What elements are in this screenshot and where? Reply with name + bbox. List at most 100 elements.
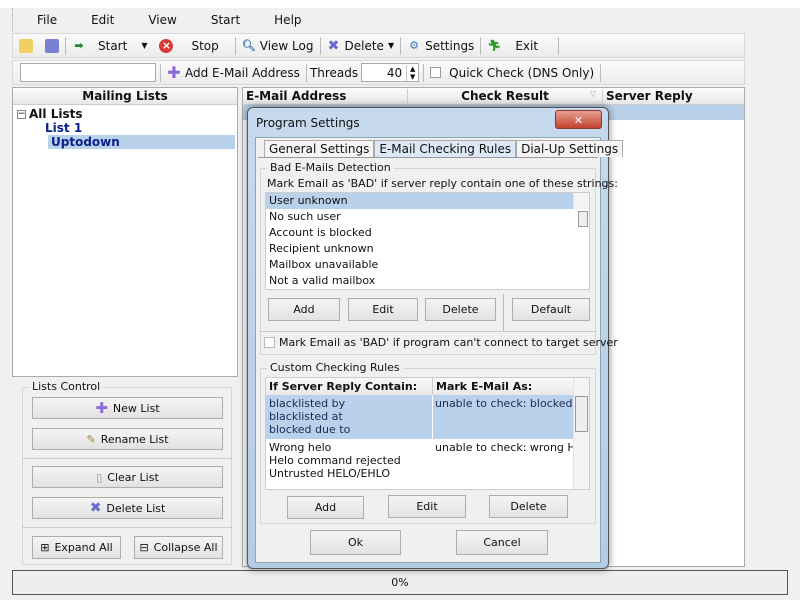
checkbox-icon[interactable]: [264, 337, 275, 348]
save-button[interactable]: [39, 34, 65, 57]
view-log-label: View Log: [259, 38, 314, 53]
default-button[interactable]: Default: [512, 298, 590, 321]
add-email-label: Add E-Mail Address: [185, 65, 300, 80]
column-mark-as[interactable]: Mark E-Mail As:: [433, 378, 532, 395]
tab-dial-up-settings[interactable]: Dial-Up Settings: [516, 140, 624, 157]
bad-add-button[interactable]: Add: [268, 298, 340, 321]
column-if-server-reply[interactable]: If Server Reply Contain:: [266, 378, 433, 395]
start-button[interactable]: ➡ Start ▼: [66, 34, 153, 57]
exit-runner-icon: 🏃︎: [487, 38, 502, 52]
blank-page-icon: ▯: [96, 470, 103, 484]
ok-button[interactable]: Ok: [310, 530, 401, 555]
checkbox-icon[interactable]: [430, 67, 442, 78]
delete-label: Delete: [344, 38, 384, 53]
expand-all-button[interactable]: ⊞ Expand All: [32, 536, 121, 559]
delete-button[interactable]: ✖ Delete ▼: [321, 34, 401, 57]
list-scrollbar[interactable]: [573, 193, 589, 227]
arrow-right-icon: ➡: [74, 38, 84, 52]
list-item[interactable]: Not a valid mailbox: [266, 273, 589, 289]
custom-delete-button[interactable]: Delete: [489, 495, 568, 518]
list-item[interactable]: Account is blocked: [266, 225, 589, 241]
tab-email-checking-rules[interactable]: E-Mail Checking Rules: [374, 140, 517, 157]
list-item[interactable]: Mailbox unavailable: [266, 257, 589, 273]
view-log-button[interactable]: 🔍︎ View Log: [236, 34, 320, 57]
custom-edit-button[interactable]: Edit: [388, 495, 466, 518]
tree-item-all-lists[interactable]: − All Lists: [17, 107, 233, 121]
list-item[interactable]: No such user: [266, 209, 589, 225]
delete-x-icon: ✖: [89, 500, 102, 516]
rename-list-button[interactable]: ✎ Rename List: [32, 428, 223, 450]
plus-icon: ✚: [167, 62, 181, 82]
main-toolbar: ➡ Start ▼ × Stop 🔍︎ View Log ✖ Delete ▼ ⚙ Setti…: [12, 33, 745, 58]
bad-edit-button[interactable]: Edit: [348, 298, 418, 321]
bad-delete-button[interactable]: Delete: [425, 298, 496, 321]
delete-list-label: Delete List: [106, 501, 166, 515]
column-label: Check Result: [461, 89, 549, 103]
collapse-all-button[interactable]: ⊟ Collapse All: [134, 536, 223, 559]
settings-label: Settings: [425, 38, 475, 53]
column-check-result[interactable]: Check Result ▽: [408, 89, 603, 103]
expand-all-label: Expand All: [54, 541, 113, 554]
threads-spinner[interactable]: 40 ▲ ▼: [361, 63, 420, 82]
rule-mark: unable to check: wrong HEL: [435, 441, 573, 454]
menu-view[interactable]: View: [148, 13, 176, 27]
column-server-reply[interactable]: Server Reply: [603, 89, 693, 103]
spinner-arrows-icon[interactable]: ▲ ▼: [406, 64, 418, 81]
menu-bar: File Edit View Start Help: [12, 8, 745, 32]
scroll-thumb[interactable]: [575, 396, 588, 432]
menu-edit[interactable]: Edit: [91, 13, 114, 27]
close-button[interactable]: ✕: [555, 110, 602, 129]
magnifier-icon: 🔍︎: [241, 38, 256, 52]
search-input[interactable]: [20, 63, 156, 82]
menu-start[interactable]: Start: [211, 13, 240, 27]
progress-bar: 0%: [12, 570, 788, 595]
menu-help[interactable]: Help: [274, 13, 301, 27]
menu-file[interactable]: File: [37, 13, 57, 27]
open-button[interactable]: [13, 34, 39, 57]
rule-mark: unable to check: blocked by: [435, 397, 573, 410]
tab-general-settings[interactable]: General Settings: [264, 140, 375, 157]
tree-item-list-1[interactable]: List 1: [45, 121, 233, 135]
collapse-icon[interactable]: −: [17, 109, 26, 119]
column-email[interactable]: E-Mail Address: [243, 89, 408, 103]
dropdown-icon[interactable]: ▼: [388, 41, 394, 50]
collapse-tree-icon: ⊟: [139, 541, 149, 554]
lists-control-title: Lists Control: [29, 380, 104, 393]
cancel-button[interactable]: Cancel: [456, 530, 548, 555]
clear-list-button[interactable]: ▯ Clear List: [32, 466, 223, 488]
settings-icon: ⚙: [409, 38, 420, 52]
custom-rules-grid: If Server Reply Contain: Mark E-Mail As:…: [265, 377, 590, 490]
dropdown-icon[interactable]: ▼: [141, 41, 147, 50]
bad-strings-list[interactable]: User unknown No such user Account is blo…: [265, 192, 590, 290]
exit-label: Exit: [515, 38, 539, 53]
quick-check-checkbox[interactable]: Quick Check (DNS Only): [424, 61, 600, 84]
rules-scrollbar[interactable]: [573, 378, 589, 489]
settings-button[interactable]: ⚙ Settings: [401, 34, 480, 57]
stop-button[interactable]: × Stop: [153, 34, 224, 57]
new-list-button[interactable]: ✚ New List: [32, 397, 223, 419]
connect-bad-checkbox[interactable]: Mark Email as 'BAD' if program can't con…: [264, 336, 618, 349]
close-icon: ✕: [573, 114, 584, 127]
exit-button[interactable]: 🏃︎ Exit: [481, 34, 544, 57]
window-title-strip: [0, 0, 800, 8]
save-icon: [45, 38, 59, 53]
scroll-thumb[interactable]: [578, 211, 588, 227]
tree-label: All Lists: [29, 107, 83, 121]
list-item[interactable]: Recipient unknown: [266, 241, 589, 257]
tree-item-uptodown[interactable]: Uptodown: [48, 135, 235, 149]
collapse-all-label: Collapse All: [153, 541, 218, 554]
new-list-label: New List: [112, 401, 160, 415]
grid-header: E-Mail Address Check Result ▽ Server Repl…: [243, 88, 744, 105]
table-row[interactable]: blacklisted by blacklisted at blocked due …: [266, 395, 573, 439]
list-item[interactable]: User unknown: [266, 193, 573, 209]
progress-text: 0%: [391, 576, 409, 589]
start-label: Start: [98, 38, 128, 53]
mailing-lists-panel: Mailing Lists − All Lists List 1 Uptodown: [12, 87, 238, 377]
rename-pencil-icon: ✎: [86, 432, 96, 446]
delete-list-button[interactable]: ✖ Delete List: [32, 497, 223, 519]
add-email-button[interactable]: ✚ Add E-Mail Address: [161, 61, 306, 84]
bad-emails-title: Bad E-Mails Detection: [267, 161, 394, 174]
custom-rules-title: Custom Checking Rules: [267, 361, 403, 374]
custom-add-button[interactable]: Add: [287, 496, 364, 519]
table-row[interactable]: Wrong helo Helo command rejected Untrusted…: [266, 439, 573, 489]
